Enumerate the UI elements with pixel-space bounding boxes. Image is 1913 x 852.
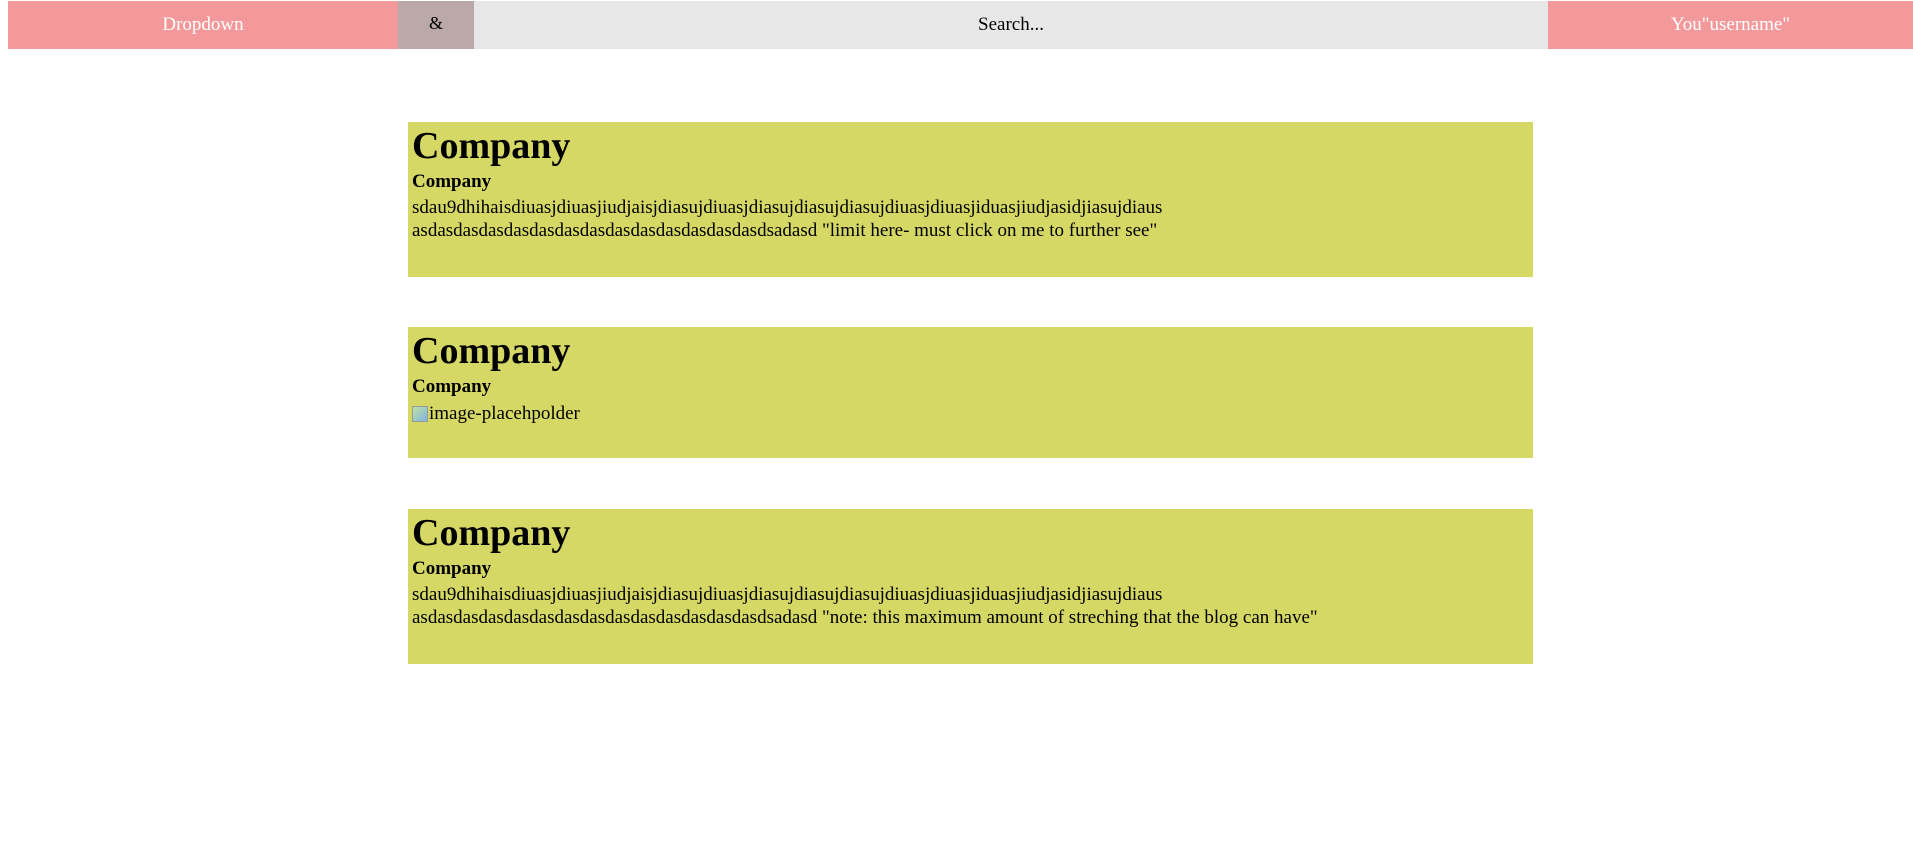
blog-post-card[interactable]: Company Company image-placehpolder <box>408 327 1533 458</box>
post-body: sdau9dhihaisdiuasjdiuasjiudjaisjdiasujdi… <box>412 197 1163 241</box>
top-nav-bar: Dropdown & You"username" <box>8 1 1913 49</box>
post-subtitle: Company <box>412 171 492 192</box>
broken-image-icon <box>412 405 428 422</box>
blog-post-card[interactable]: Company Company sdau9dhihaisdiuasjdiuasj… <box>408 509 1533 664</box>
blog-post-card[interactable]: Company Company sdau9dhihaisdiuasjdiuasj… <box>408 122 1533 277</box>
image-alt-text: image-placehpolder <box>429 403 580 424</box>
post-image: image-placehpolder <box>412 402 1529 425</box>
search-input[interactable] <box>474 1 1548 49</box>
post-title: Company <box>412 330 571 372</box>
post-title: Company <box>412 125 571 167</box>
post-title: Company <box>412 512 571 554</box>
user-profile-button[interactable]: You"username" <box>1548 1 1913 49</box>
post-body: sdau9dhihaisdiuasjdiuasjiudjaisjdiasujdi… <box>412 584 1318 628</box>
post-subtitle: Company <box>412 376 492 397</box>
ampersand-button[interactable]: & <box>398 1 474 49</box>
dropdown-button[interactable]: Dropdown <box>8 1 398 49</box>
post-subtitle: Company <box>412 558 492 579</box>
